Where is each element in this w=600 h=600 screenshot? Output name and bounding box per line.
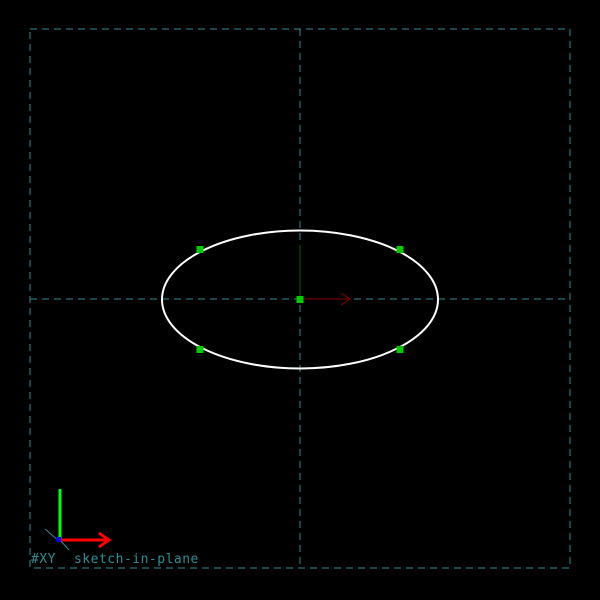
- axis-triad-icon: [44, 489, 112, 551]
- direction-arrow-icon: [299, 245, 351, 306]
- plane-label: #XY sketch-in-plane: [31, 552, 199, 568]
- origin-marker: [56, 537, 61, 542]
- control-point-handle[interactable]: [396, 346, 404, 353]
- center-point-handle[interactable]: [296, 296, 304, 303]
- plane-name: #XY: [31, 552, 56, 567]
- sketch-canvas[interactable]: [0, 0, 600, 600]
- sketch-viewport[interactable]: #XY sketch-in-plane: [0, 0, 600, 600]
- plane-caption: sketch-in-plane: [73, 552, 199, 567]
- control-point-handle[interactable]: [396, 246, 404, 253]
- control-point-handle[interactable]: [196, 246, 204, 253]
- control-point-handle[interactable]: [196, 346, 204, 353]
